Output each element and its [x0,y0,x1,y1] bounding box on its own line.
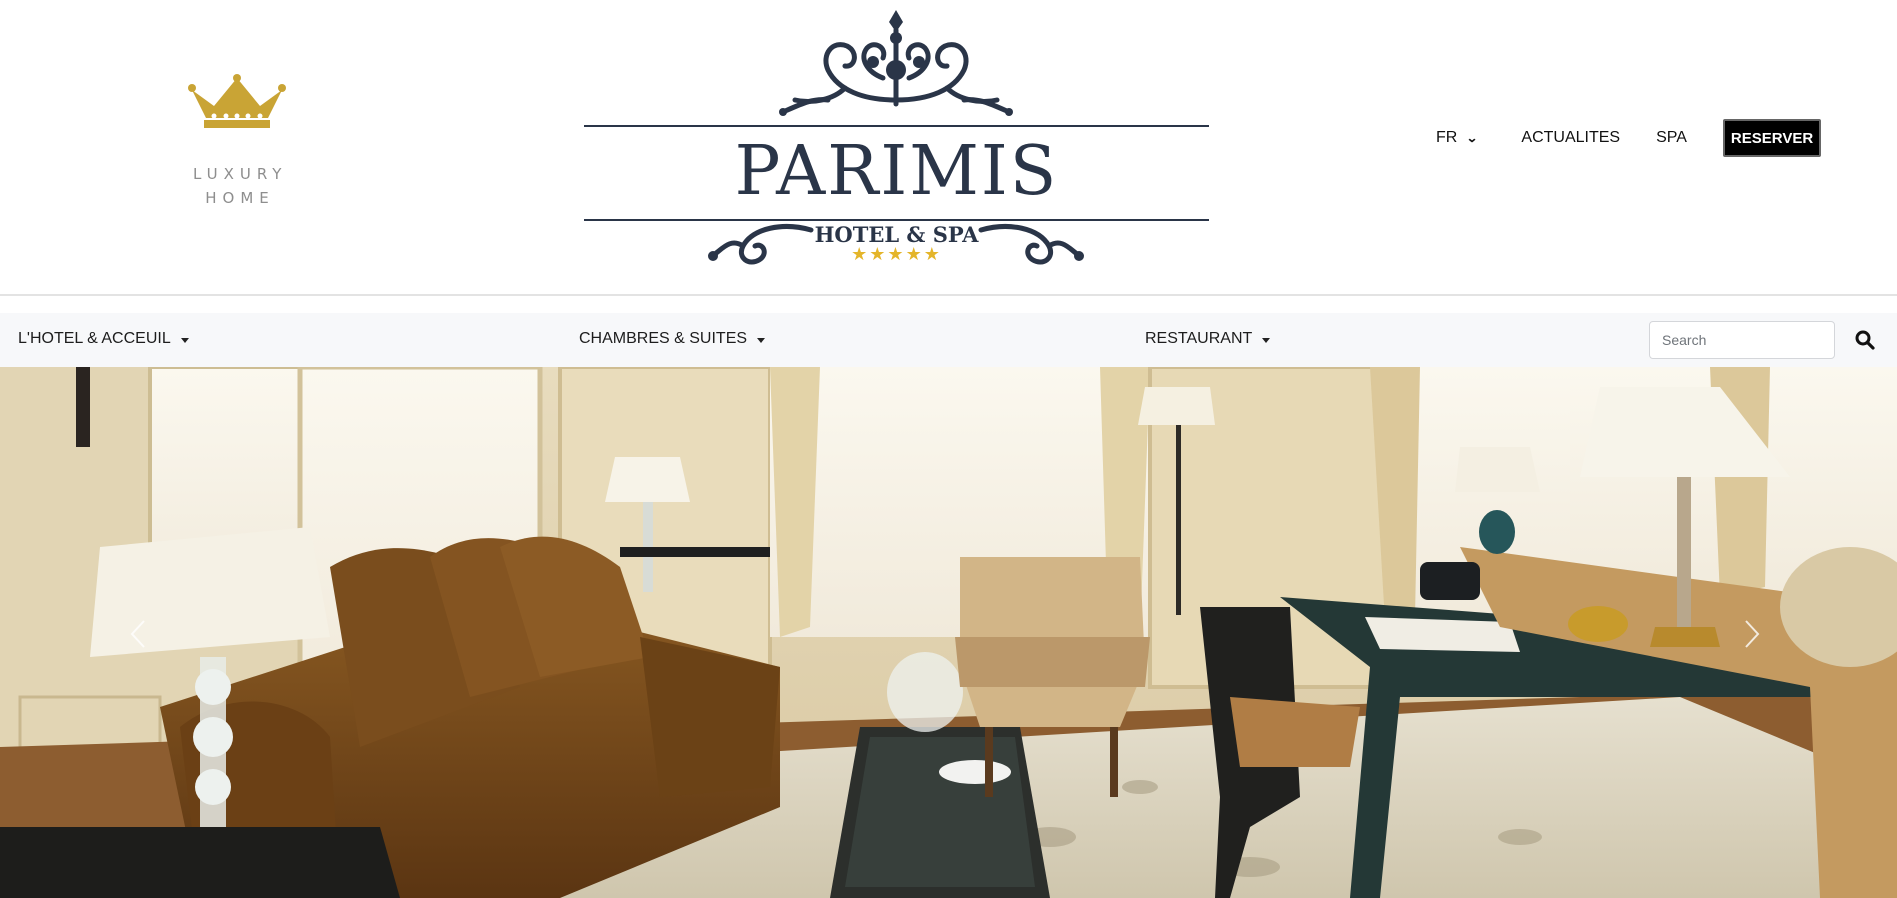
main-nav: L'HOTEL & ACCEUIL CHAMBRES & SUITES REST… [0,313,1897,367]
caret-down-icon [757,337,766,343]
top-nav: FR ⌄ ACTUALITES SPA RESERVER [1436,119,1822,157]
hero-slide-image [0,367,1897,898]
search-input[interactable] [1649,321,1835,359]
parimis-title: PARIMIS [734,132,1059,211]
caret-down-icon [1262,337,1271,343]
menu-hotel-accueil[interactable]: L'HOTEL & ACCEUIL [18,330,189,348]
reserve-button[interactable]: RESERVER [1722,119,1822,157]
nav-link-spa[interactable]: SPA [1656,129,1687,147]
chevron-down-icon: ⌄ [1466,131,1479,145]
chevron-left-icon [130,620,145,648]
menu-chambres-suites-label: CHAMBRES & SUITES [579,330,748,347]
parimis-hotel-logo[interactable]: PARIMIS HOTEL & SPA ★★★★★ [583,8,1210,270]
menu-chambres-suites[interactable]: CHAMBRES & SUITES [579,330,766,348]
search-icon[interactable] [1854,329,1876,351]
carousel-next-button[interactable] [1732,609,1772,659]
caret-down-icon [180,337,189,343]
menu-hotel-accueil-label: L'HOTEL & ACCEUIL [18,330,171,347]
site-header: LUXURY HOME PARIMIS HOTEL & SPA ★★★★★ FR… [0,0,1897,296]
hero-carousel [0,367,1897,898]
language-value: FR [1436,129,1458,146]
star-rating: ★★★★★ [851,244,942,265]
chevron-right-icon [1745,620,1760,648]
luxury-line-2: HOME [205,189,275,207]
language-select[interactable]: FR ⌄ [1436,129,1479,147]
crown-icon [188,74,286,128]
menu-restaurant[interactable]: RESTAURANT [1145,330,1271,348]
menu-restaurant-label: RESTAURANT [1145,330,1253,347]
carousel-prev-button[interactable] [118,609,158,659]
nav-link-actualites[interactable]: ACTUALITES [1521,129,1620,147]
luxury-home-logo[interactable]: LUXURY HOME [187,74,287,210]
luxury-line-1: LUXURY [193,165,288,183]
